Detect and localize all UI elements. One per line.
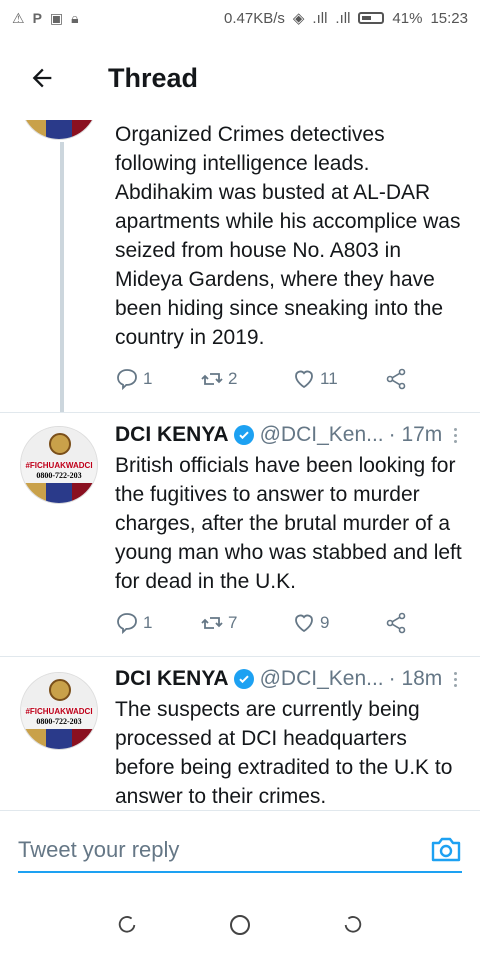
tweet-divider (0, 656, 480, 657)
parking-icon: P (32, 10, 42, 26)
tweet-time: · 18m (388, 667, 443, 690)
retweet-icon (201, 617, 223, 629)
share-button[interactable] (384, 367, 408, 391)
tweet-actions: 1 7 9 (115, 608, 455, 638)
recent-apps-button[interactable] (109, 907, 145, 943)
reply-icon (117, 613, 137, 635)
reply-count: 1 (143, 369, 153, 388)
tweet-time: · 17m (388, 423, 443, 446)
arrow-left-icon (32, 68, 52, 88)
status-bar: ⚠ P ▣ 🔒︎ 0.47KB/s ◈ .ıll .ıll 41% 15:23 (0, 0, 480, 36)
share-icon (386, 368, 406, 390)
status-right: 0.47KB/s ◈ .ıll .ıll 41% 15:23 (224, 9, 468, 28)
more-options-icon[interactable] (454, 427, 457, 443)
avatar-tag: #FICHUAKWADCI (25, 707, 93, 716)
vibrate-icon: ◈ (292, 10, 305, 27)
like-button[interactable]: 11 (292, 367, 384, 391)
battery-icon (358, 12, 385, 24)
retweet-count: 7 (228, 613, 238, 632)
signal-icon: .ıll (312, 9, 328, 27)
more-options-icon[interactable] (454, 671, 457, 687)
like-button[interactable]: 9 (292, 611, 384, 635)
camera-icon[interactable] (430, 835, 462, 863)
heart-icon (295, 614, 313, 633)
back-nav-icon (345, 916, 362, 933)
lock-icon: 🔒︎ (71, 9, 79, 26)
system-nav-bar (0, 890, 480, 960)
status-left-icons: ⚠ P ▣ 🔒︎ (12, 10, 79, 27)
signal-icon-2: .ıll (335, 9, 351, 27)
battery-level: 41% (392, 9, 423, 27)
share-button[interactable] (384, 611, 408, 635)
home-icon (229, 915, 250, 935)
back-nav-button[interactable] (335, 907, 371, 943)
network-speed: 0.47KB/s (224, 9, 285, 27)
like-count: 9 (320, 613, 330, 632)
tweet-header: DCI KENYA @DCI_Ken... · 17m (115, 420, 465, 450)
avatar[interactable]: #FICHUAKWADCI 0800-722-203 (20, 672, 98, 750)
crest-icon (49, 679, 71, 701)
thread-connector-line (60, 142, 64, 412)
clock: 15:23 (430, 9, 468, 27)
image-icon: ▣ (49, 9, 64, 26)
reply-input[interactable]: Tweet your reply (18, 829, 462, 873)
retweet-button[interactable]: 7 (200, 611, 292, 635)
tweet-text: British officials have been looking for … (115, 454, 462, 593)
tweet-divider (0, 412, 480, 413)
warning-icon: ⚠ (12, 9, 25, 26)
home-button[interactable] (222, 907, 258, 943)
avatar-tag: #FICHUAKWADCI (25, 461, 93, 470)
author-handle[interactable]: @DCI_Ken... (260, 667, 384, 691)
recent-apps-icon (118, 916, 135, 933)
heart-icon (295, 370, 313, 389)
reply-count: 1 (143, 613, 153, 632)
retweet-icon (201, 373, 223, 385)
reply-button[interactable]: 1 (115, 611, 200, 635)
tweet-actions: 1 2 11 (115, 364, 455, 394)
tweet-header: DCI KENYA @DCI_Ken... · 18m (115, 664, 465, 694)
avatar[interactable]: #FICHUAKWADCI 0800-722-203 (20, 426, 98, 504)
tweet-text: Organized Crimes detectives following in… (115, 123, 461, 349)
verified-icon (233, 669, 254, 689)
reply-button[interactable]: 1 (115, 367, 200, 391)
tweet-text: The suspects are currently being process… (115, 698, 453, 808)
verified-icon (233, 425, 254, 445)
avatar[interactable] (20, 120, 98, 140)
like-count: 11 (320, 369, 338, 388)
author-handle[interactable]: @DCI_Ken... (260, 423, 384, 447)
author-name[interactable]: DCI KENYA (115, 423, 229, 447)
crest-icon (49, 433, 71, 455)
retweet-count: 2 (228, 369, 238, 388)
reply-bar: Tweet your reply (0, 810, 480, 890)
avatar-phone: 0800-722-203 (36, 471, 82, 480)
thread-list[interactable]: Organized Crimes detectives following in… (0, 120, 480, 810)
reply-icon (117, 369, 137, 391)
retweet-button[interactable]: 2 (200, 367, 292, 391)
back-button[interactable] (0, 36, 84, 120)
share-icon (386, 612, 406, 634)
author-name[interactable]: DCI KENYA (115, 667, 229, 691)
app-header: Thread (0, 36, 480, 120)
page-title: Thread (108, 62, 199, 93)
reply-placeholder: Tweet your reply (18, 837, 180, 862)
avatar-phone: 0800-722-203 (36, 717, 82, 726)
